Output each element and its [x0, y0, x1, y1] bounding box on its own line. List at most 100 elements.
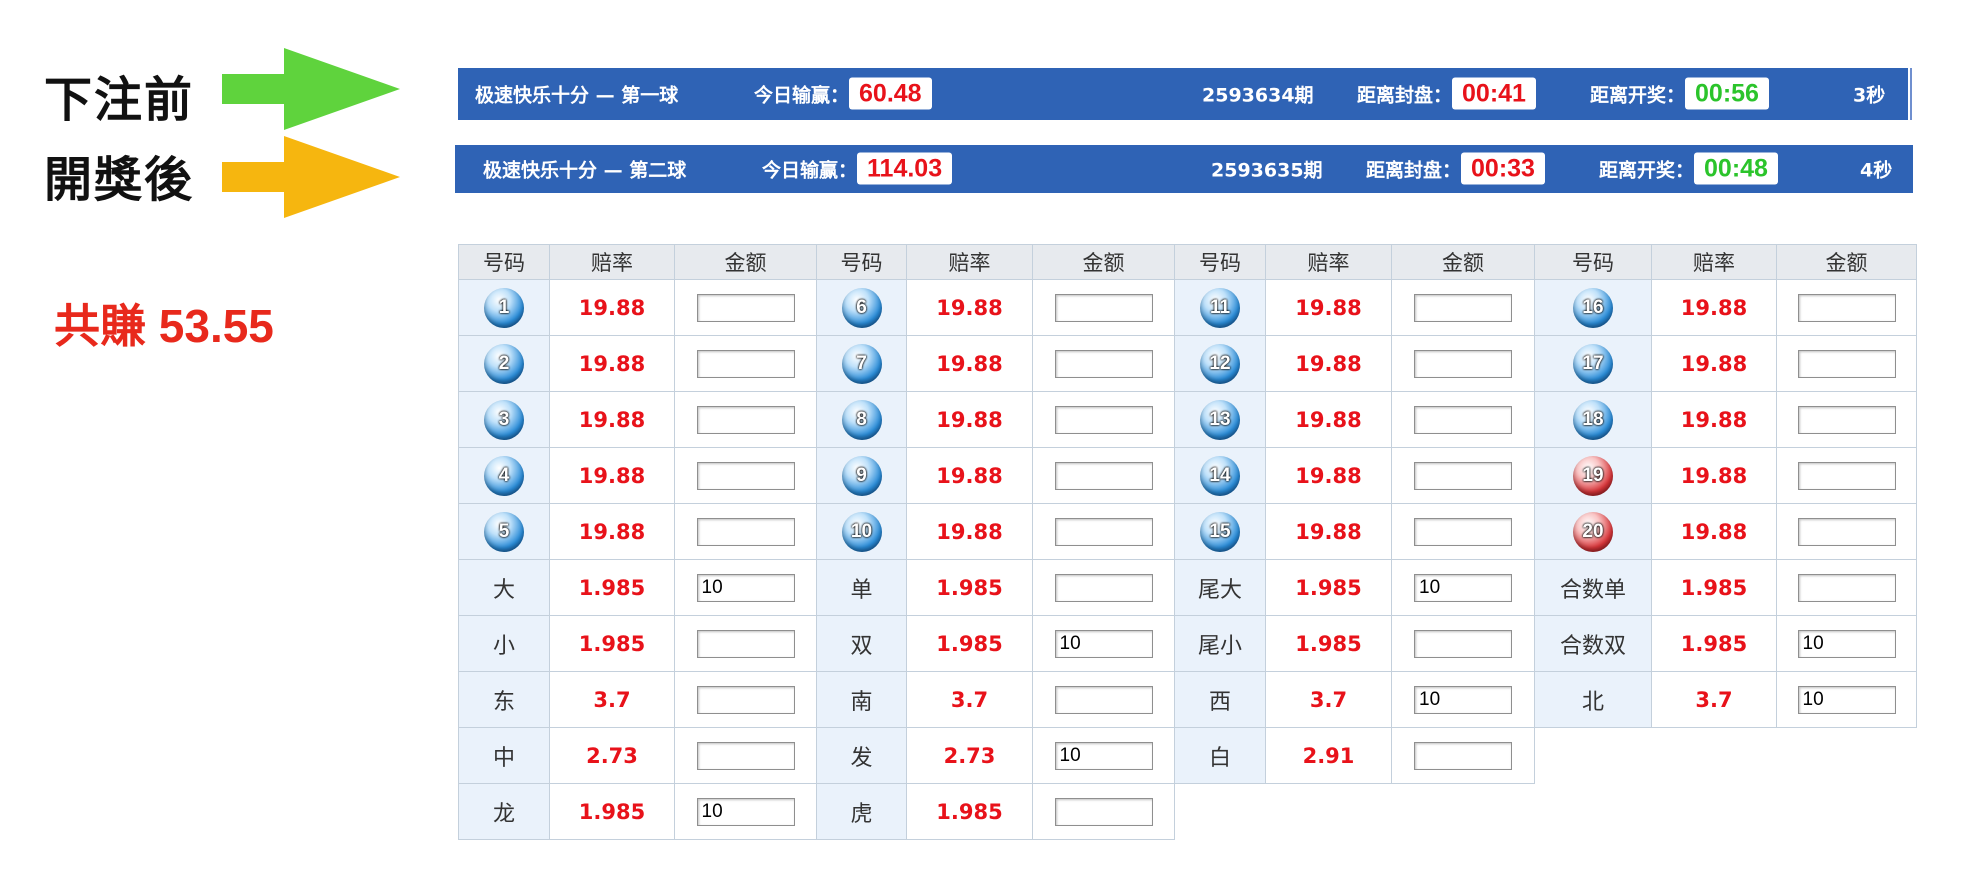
bet-amount-input[interactable]	[1054, 517, 1153, 546]
number-ball-icon: 2	[484, 343, 524, 384]
odds-value: 1.985	[549, 615, 675, 672]
amount-cell	[1032, 783, 1175, 840]
number-ball-icon: 11	[1200, 287, 1240, 328]
bet-amount-input[interactable]	[1414, 349, 1512, 378]
amount-cell	[674, 671, 817, 728]
table-row: 3 19.88 8 19.88 13 19.88 18 19.88	[458, 391, 1917, 448]
today-label: 今日输赢： 60.48	[754, 77, 932, 110]
bet-number-cell: 10	[816, 503, 907, 560]
bet-number-cell: 尾大	[1174, 559, 1266, 616]
bet-amount-input[interactable]	[696, 741, 795, 770]
bet-option-label: 北	[1581, 689, 1604, 715]
column-header: 赔率	[1651, 244, 1777, 280]
bet-amount-input[interactable]	[1054, 293, 1153, 322]
draw-time: 00:56	[1685, 77, 1769, 110]
bet-amount-input[interactable]	[1797, 461, 1896, 490]
bet-number-cell: 虎	[816, 783, 907, 840]
bet-amount-input[interactable]	[696, 629, 795, 658]
bet-amount-input[interactable]	[1797, 685, 1896, 714]
amount-cell	[1391, 615, 1535, 672]
bet-amount-input[interactable]	[696, 461, 795, 490]
bet-amount-input[interactable]	[1797, 573, 1896, 602]
number-ball-icon: 12	[1200, 343, 1240, 384]
amount-cell	[1776, 447, 1917, 504]
column-header: 赔率	[549, 244, 675, 280]
bet-amount-input[interactable]	[696, 517, 795, 546]
odds-value: 19.88	[1265, 447, 1392, 504]
number-ball-icon: 10	[841, 511, 882, 552]
amount-cell	[1391, 671, 1535, 728]
bet-number-cell: 17	[1534, 335, 1652, 392]
bet-amount-input[interactable]	[1797, 405, 1896, 434]
bet-amount-input[interactable]	[696, 293, 795, 322]
bet-amount-input[interactable]	[1414, 293, 1512, 322]
bet-number-cell: 单	[816, 559, 907, 616]
after-draw-label: 開獎後	[44, 152, 195, 208]
bet-number-cell: 南	[816, 671, 907, 728]
bet-amount-input[interactable]	[1054, 797, 1153, 826]
number-ball-icon: 13	[1200, 399, 1240, 440]
number-ball-icon: 15	[1200, 511, 1240, 552]
odds-value: 1.985	[549, 559, 675, 616]
odds-value: 19.88	[1651, 503, 1777, 560]
odds-value: 19.88	[549, 391, 675, 448]
period-number: 2593634期	[1202, 84, 1314, 107]
odds-value: 19.88	[1265, 335, 1392, 392]
bet-amount-input[interactable]	[1054, 349, 1153, 378]
column-header: 号码	[458, 244, 550, 280]
bet-amount-input[interactable]	[696, 405, 795, 434]
odds-value: 1.985	[549, 783, 675, 840]
bet-amount-input[interactable]	[696, 573, 795, 602]
bet-option-label: 合数单	[1559, 577, 1626, 603]
bet-amount-input[interactable]	[1797, 293, 1896, 322]
bet-number-cell: 6	[816, 279, 907, 336]
bet-amount-input[interactable]	[1797, 629, 1896, 658]
game-title: 极速快乐十分 — 第一球	[475, 84, 679, 107]
odds-value: 1.985	[1651, 615, 1777, 672]
odds-value: 1.985	[1265, 615, 1392, 672]
bet-amount-input[interactable]	[1414, 573, 1512, 602]
bet-amount-input[interactable]	[696, 797, 795, 826]
bet-amount-input[interactable]	[1414, 629, 1512, 658]
bet-number-cell: 大	[458, 559, 550, 616]
today-label: 今日输赢： 114.03	[762, 152, 953, 185]
bet-amount-input[interactable]	[1414, 461, 1512, 490]
bet-amount-input[interactable]	[1797, 517, 1896, 546]
bet-option-label: 南	[850, 689, 873, 715]
amount-cell	[1032, 503, 1175, 560]
number-ball-icon: 19	[1573, 455, 1613, 496]
bet-amount-input[interactable]	[1054, 405, 1153, 434]
amount-cell	[1776, 335, 1917, 392]
column-header: 赔率	[1265, 244, 1392, 280]
total-earned-label: 共賺 53.55	[54, 300, 274, 352]
bet-amount-input[interactable]	[696, 349, 795, 378]
bet-option-label: 发	[850, 745, 873, 771]
empty-cell	[1776, 783, 1917, 840]
bet-amount-input[interactable]	[696, 685, 795, 714]
amount-cell	[674, 727, 817, 784]
bet-number-cell: 18	[1534, 391, 1652, 448]
bet-amount-input[interactable]	[1054, 741, 1153, 770]
odds-value: 1.985	[906, 783, 1033, 840]
amount-cell	[1776, 559, 1917, 616]
amount-cell	[674, 447, 817, 504]
bet-amount-input[interactable]	[1414, 685, 1512, 714]
bet-amount-input[interactable]	[1054, 461, 1153, 490]
bet-amount-input[interactable]	[1414, 741, 1512, 770]
bet-amount-input[interactable]	[1054, 629, 1153, 658]
today-value: 114.03	[857, 152, 953, 185]
odds-value: 3.7	[549, 671, 675, 728]
odds-value: 19.88	[1651, 391, 1777, 448]
bet-amount-input[interactable]	[1414, 405, 1512, 434]
bet-amount-input[interactable]	[1054, 685, 1153, 714]
odds-value: 19.88	[906, 391, 1033, 448]
column-header: 金额	[1391, 244, 1535, 280]
bet-amount-input[interactable]	[1054, 573, 1153, 602]
amount-cell	[674, 615, 817, 672]
bet-option-label: 小	[492, 633, 515, 659]
table-row: 4 19.88 9 19.88 14 19.88 19 19.88	[458, 447, 1917, 504]
bet-amount-input[interactable]	[1797, 349, 1896, 378]
bet-amount-input[interactable]	[1414, 517, 1512, 546]
draw-countdown: 距离开奖： 00:48	[1599, 152, 1778, 185]
bet-number-cell: 双	[816, 615, 907, 672]
